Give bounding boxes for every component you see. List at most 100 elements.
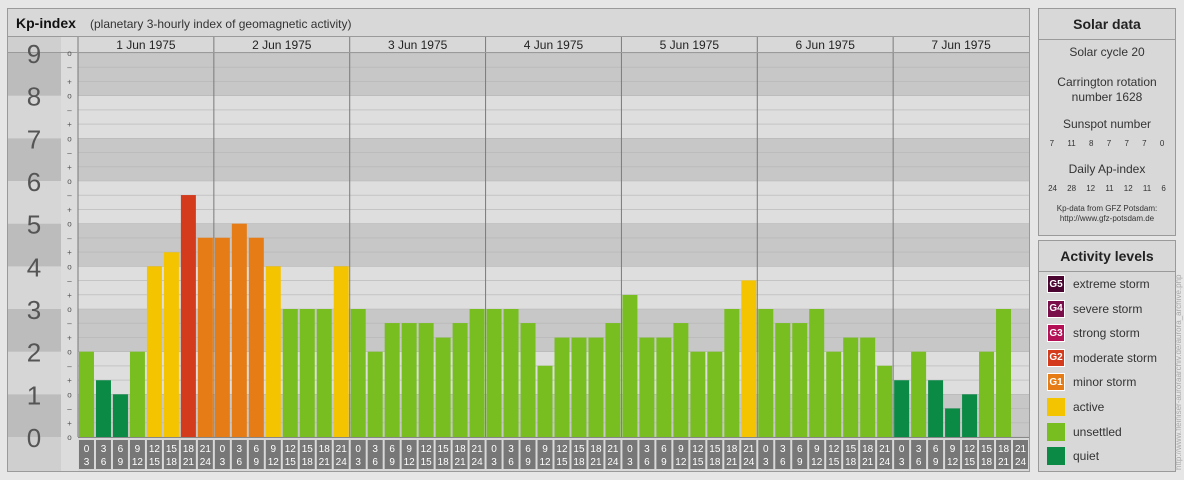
kp-bar bbox=[231, 223, 247, 437]
interval-end-label: 18 bbox=[709, 457, 721, 468]
interval-end-label: 18 bbox=[845, 457, 857, 468]
y-minor-mark: o bbox=[67, 134, 72, 143]
kp-bar bbox=[418, 323, 434, 437]
kp-bar bbox=[146, 266, 162, 437]
chart-header: Kp-index (planetary 3-hourly index of ge… bbox=[8, 9, 1029, 37]
interval-start-label: 6 bbox=[254, 444, 260, 455]
interval-end-label: 18 bbox=[438, 457, 450, 468]
daily-ap-value: 24 bbox=[1048, 184, 1057, 193]
legend-item: unsettled bbox=[1047, 422, 1122, 442]
y-minor-mark: o bbox=[67, 92, 72, 101]
interval-end-label: 15 bbox=[285, 457, 297, 468]
interval-end-label: 6 bbox=[508, 457, 514, 468]
daily-ap-value: 28 bbox=[1067, 184, 1077, 193]
legend-item: G3 strong storm bbox=[1047, 323, 1140, 343]
interval-start-label: 9 bbox=[542, 444, 548, 455]
y-minor-mark: o bbox=[67, 305, 72, 314]
legend-swatch: G1 bbox=[1047, 373, 1065, 392]
legend-swatch bbox=[1047, 422, 1065, 441]
kp-bar bbox=[452, 323, 468, 437]
interval-start-label: 15 bbox=[302, 444, 314, 455]
interval-start-label: 15 bbox=[573, 444, 585, 455]
legend-item: G5 extreme storm bbox=[1047, 274, 1150, 294]
carrington-rotation-number: number 1628 bbox=[1071, 90, 1143, 104]
interval-end-label: 3 bbox=[220, 457, 226, 468]
kp-bar bbox=[316, 309, 332, 437]
kp-bar bbox=[129, 351, 145, 437]
kp-bar bbox=[163, 252, 179, 437]
legend-item: quiet bbox=[1047, 446, 1099, 466]
interval-start-label: 12 bbox=[828, 444, 840, 455]
interval-end-label: 24 bbox=[336, 457, 348, 468]
kp-bar bbox=[520, 323, 536, 437]
y-minor-mark: + bbox=[67, 248, 72, 257]
interval-start-label: 6 bbox=[118, 444, 124, 455]
interval-end-label: 15 bbox=[964, 457, 976, 468]
y-tick-label: 6 bbox=[27, 167, 41, 197]
daily-ap-value: 11 bbox=[1105, 184, 1114, 193]
interval-start-label: 18 bbox=[590, 444, 602, 455]
activity-levels-title: Activity levels bbox=[1039, 241, 1175, 272]
kp-bar bbox=[486, 309, 502, 437]
interval-end-label: 9 bbox=[254, 457, 260, 468]
kp-bar bbox=[724, 309, 740, 437]
y-minor-mark: – bbox=[67, 405, 72, 414]
kp-bar bbox=[469, 309, 485, 437]
y-tick-label: 9 bbox=[27, 39, 41, 69]
day-label: 3 Jun 1975 bbox=[388, 38, 448, 52]
kp-bar bbox=[775, 323, 791, 437]
legend-item: G2 moderate storm bbox=[1047, 348, 1157, 368]
kp-bar bbox=[180, 195, 196, 437]
interval-start-label: 0 bbox=[627, 444, 633, 455]
gfz-credit: Kp-data from GFZ Potsdam: bbox=[1056, 204, 1158, 213]
interval-end-label: 9 bbox=[525, 457, 531, 468]
interval-start-label: 21 bbox=[743, 444, 755, 455]
interval-start-label: 0 bbox=[355, 444, 361, 455]
interval-end-label: 24 bbox=[879, 457, 891, 468]
y-minor-mark: o bbox=[67, 49, 72, 58]
interval-start-label: 18 bbox=[862, 444, 874, 455]
kp-bar bbox=[707, 351, 723, 437]
interval-start-label: 15 bbox=[438, 444, 450, 455]
interval-start-label: 6 bbox=[661, 444, 667, 455]
interval-start-label: 9 bbox=[271, 444, 277, 455]
interval-end-label: 18 bbox=[302, 457, 314, 468]
legend-item: G1 minor storm bbox=[1047, 372, 1136, 392]
legend-label: active bbox=[1073, 400, 1105, 414]
interval-end-label: 6 bbox=[372, 457, 378, 468]
interval-end-label: 9 bbox=[389, 457, 395, 468]
interval-start-label: 15 bbox=[981, 444, 993, 455]
interval-end-label: 24 bbox=[607, 457, 619, 468]
kp-bar bbox=[673, 323, 689, 437]
interval-end-label: 21 bbox=[862, 457, 874, 468]
watermark: http://www.fleiniser-auroraarchiv.de/aur… bbox=[1174, 274, 1183, 470]
interval-start-label: 0 bbox=[763, 444, 769, 455]
interval-end-label: 21 bbox=[998, 457, 1010, 468]
legend-label: extreme storm bbox=[1073, 277, 1150, 291]
kp-bar bbox=[95, 380, 111, 437]
interval-start-label: 15 bbox=[166, 444, 178, 455]
interval-end-label: 3 bbox=[84, 457, 90, 468]
interval-end-label: 6 bbox=[780, 457, 786, 468]
daily-ap-value: 6 bbox=[1161, 184, 1166, 193]
y-minor-mark: + bbox=[67, 163, 72, 172]
interval-end-label: 24 bbox=[743, 457, 755, 468]
y-minor-mark: – bbox=[67, 362, 72, 371]
interval-start-label: 18 bbox=[183, 444, 195, 455]
gfz-url: http://www.gfz-potsdam.de bbox=[1059, 214, 1155, 223]
interval-start-label: 15 bbox=[709, 444, 721, 455]
interval-end-label: 3 bbox=[355, 457, 361, 468]
interval-start-label: 18 bbox=[455, 444, 467, 455]
interval-start-label: 12 bbox=[556, 444, 568, 455]
y-minor-mark: + bbox=[67, 291, 72, 300]
kp-bar bbox=[554, 337, 570, 437]
interval-end-label: 6 bbox=[101, 457, 107, 468]
legend-label: strong storm bbox=[1073, 326, 1140, 341]
kp-bar bbox=[792, 323, 808, 437]
sunspot-value: 0 bbox=[1159, 139, 1165, 148]
kp-bar bbox=[350, 309, 366, 437]
kp-bar bbox=[537, 365, 553, 437]
sunspot-values: 7 11 8 7 7 7 0 bbox=[1039, 139, 1175, 148]
sunspot-number-label: Sunspot number bbox=[1062, 117, 1152, 131]
interval-end-label: 12 bbox=[268, 457, 280, 468]
